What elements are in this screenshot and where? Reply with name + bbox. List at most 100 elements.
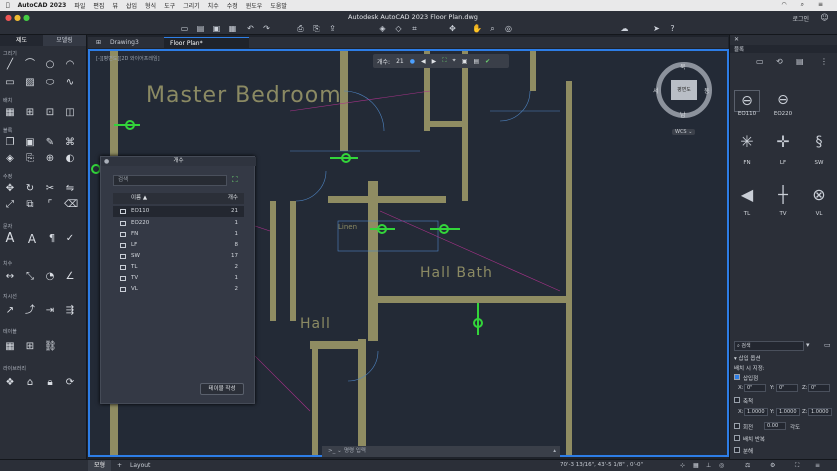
table-icon[interactable]: ▦ <box>4 341 16 353</box>
orbit-icon[interactable]: ◎ <box>504 24 513 33</box>
menu-modify[interactable]: 수정 <box>227 1 238 10</box>
scale-y-input[interactable]: 1.0000 <box>776 408 800 416</box>
block-thumb-fn[interactable]: ✳ <box>734 130 760 154</box>
table-edit-icon[interactable]: ⊞ <box>24 341 36 353</box>
insert-y-input[interactable]: 0" <box>776 384 798 392</box>
tab-drawing3[interactable]: Drawing3 <box>104 37 145 48</box>
explode-checkbox[interactable] <box>734 447 740 453</box>
polyline-icon[interactable]: ⌒ <box>24 59 36 71</box>
search-icon[interactable]: ⌕ <box>801 1 804 9</box>
send-icon[interactable]: ➤ <box>652 24 661 33</box>
circle-icon[interactable]: ○ <box>44 59 56 71</box>
prev-arrow-icon[interactable]: ◀ <box>421 58 426 65</box>
trim-icon[interactable]: ✂ <box>44 183 56 195</box>
radius-dim-icon[interactable]: ◔ <box>44 271 56 283</box>
section-layout[interactable]: 배치 <box>3 97 12 104</box>
info-icon[interactable]: ● <box>410 58 415 65</box>
group-edit-icon[interactable]: ⊕ <box>44 153 56 165</box>
tab-floor-plan[interactable]: Floor Plan* <box>164 37 249 48</box>
wcs-menu[interactable]: WCS ⌄ <box>672 129 696 135</box>
compass-east[interactable]: 동 <box>704 86 710 95</box>
col-count-header[interactable]: 개수 <box>228 193 238 204</box>
rotate-icon[interactable]: ↻ <box>24 183 36 195</box>
pan-icon[interactable]: ✥ <box>448 24 457 33</box>
line-icon[interactable]: ╱ <box>4 59 16 71</box>
viewcube-face[interactable]: 평면도 <box>671 80 697 100</box>
block-thumb-eo220[interactable]: ⊖ <box>770 90 796 112</box>
group-icon[interactable]: ⊡ <box>44 107 56 119</box>
list-item[interactable]: TV 1 <box>113 273 244 284</box>
wifi-icon[interactable]: ◠ <box>781 1 786 9</box>
section-dimension[interactable]: 치수 <box>3 260 12 267</box>
view-toggle-icon[interactable]: ▭ <box>824 341 831 349</box>
compass-south[interactable]: 남 <box>680 110 686 119</box>
block-search-input[interactable]: ⌕ 검색 <box>734 341 804 351</box>
erase-icon[interactable]: ⌫ <box>64 199 78 211</box>
filter-icon[interactable]: ▾ <box>806 341 810 349</box>
text-icon[interactable]: A <box>4 232 16 245</box>
section-library[interactable]: 라이브러리 <box>3 365 26 372</box>
match-props-icon[interactable]: ◈ <box>4 153 16 165</box>
scale-z-input[interactable]: 1.0000 <box>808 408 832 416</box>
minimize-window-icon[interactable]: ● <box>13 13 22 22</box>
section-leader[interactable]: 지시선 <box>3 293 17 300</box>
help-icon[interactable]: ? <box>668 24 677 33</box>
list-item[interactable]: EO110 21 <box>113 206 244 217</box>
tab-modeling[interactable]: 모델링 <box>43 35 86 46</box>
lock-icon[interactable]: 🔒︎ <box>44 377 56 389</box>
menu-file[interactable]: 파일 <box>74 1 85 10</box>
list-item[interactable]: FN 1 <box>113 229 244 240</box>
anno-scale-icon[interactable]: ⚖ <box>745 460 750 471</box>
share-icon[interactable]: ⇪ <box>328 24 337 33</box>
library-insert-icon[interactable]: ⌂ <box>24 377 36 389</box>
create-table-button[interactable]: 테이블 작성 <box>200 383 244 395</box>
section-text[interactable]: 문자 <box>3 223 12 230</box>
angle-dim-icon[interactable]: ∠ <box>64 271 76 283</box>
workspace-icon[interactable]: ⚙ <box>770 460 775 471</box>
measure-icon[interactable]: ⌗ <box>410 24 419 33</box>
palette-grip-icon[interactable]: ● <box>104 158 109 165</box>
compass-north[interactable]: 북 <box>680 62 686 71</box>
snap-icon[interactable]: ⊹ <box>680 460 685 471</box>
insert-point-checkbox[interactable] <box>734 374 740 380</box>
add-layout-icon[interactable]: + <box>117 460 122 471</box>
command-line[interactable]: >_ ⌄ 명령 입력 ▴ <box>322 446 560 457</box>
tab-model[interactable]: 모형 <box>88 460 112 471</box>
menu-help[interactable]: 도움말 <box>270 1 287 10</box>
viewport-label[interactable]: [-][평면도][2D 와이어프레임] <box>96 55 160 62</box>
align-icon[interactable]: ⊞ <box>24 107 36 119</box>
offset-icon[interactable]: ⧉ <box>24 199 36 211</box>
publish-icon[interactable]: ⎘ <box>312 24 321 33</box>
tab-layout[interactable]: Layout <box>130 460 150 471</box>
block-thumb-vl[interactable]: ⊗ <box>806 183 832 207</box>
library-tab-icon[interactable]: ▤ <box>796 57 804 66</box>
rotation-input[interactable]: 0.00 <box>764 422 786 430</box>
insert-field-icon[interactable]: ▣ <box>462 58 468 65</box>
mtext-icon[interactable]: A <box>26 233 38 245</box>
count-palette-title[interactable]: 개수 <box>101 157 256 166</box>
menu-format[interactable]: 형식 <box>145 1 156 10</box>
list-item[interactable]: LF 8 <box>113 240 244 251</box>
list-item[interactable]: VL 2 <box>113 284 244 295</box>
command-input[interactable]: 명령 입력 <box>344 446 366 457</box>
open-file-icon[interactable]: ▤ <box>196 24 205 33</box>
layer-icon[interactable]: ◈ <box>378 24 387 33</box>
block-thumb-tl[interactable]: ◀ <box>734 183 760 207</box>
copy-clip-icon[interactable]: ⎘ <box>24 153 36 165</box>
arc-icon[interactable]: ◠ <box>64 59 76 71</box>
block-thumb-tv[interactable]: ┼ <box>770 183 796 207</box>
insert-z-input[interactable]: 0" <box>808 384 830 392</box>
save-as-icon[interactable]: ▦ <box>228 24 237 33</box>
rectangle-icon[interactable]: ▭ <box>4 77 16 89</box>
layer-state-icon[interactable]: ◫ <box>64 107 76 119</box>
block-thumb-sw[interactable]: § <box>806 130 832 154</box>
list-item[interactable]: EO220 1 <box>113 218 244 229</box>
layer-off-icon[interactable]: ◐ <box>64 153 76 165</box>
login-button[interactable]: 로그인 <box>792 14 809 23</box>
undo-icon[interactable]: ↶ <box>246 24 255 33</box>
leader-icon[interactable]: ↗ <box>4 305 16 317</box>
new-file-icon[interactable]: ▭ <box>180 24 189 33</box>
section-table[interactable]: 테이블 <box>3 328 17 335</box>
insert-options-header[interactable]: ▾ 삽입 옵션 <box>734 354 761 362</box>
account-icon[interactable]: ☺ <box>820 13 829 22</box>
